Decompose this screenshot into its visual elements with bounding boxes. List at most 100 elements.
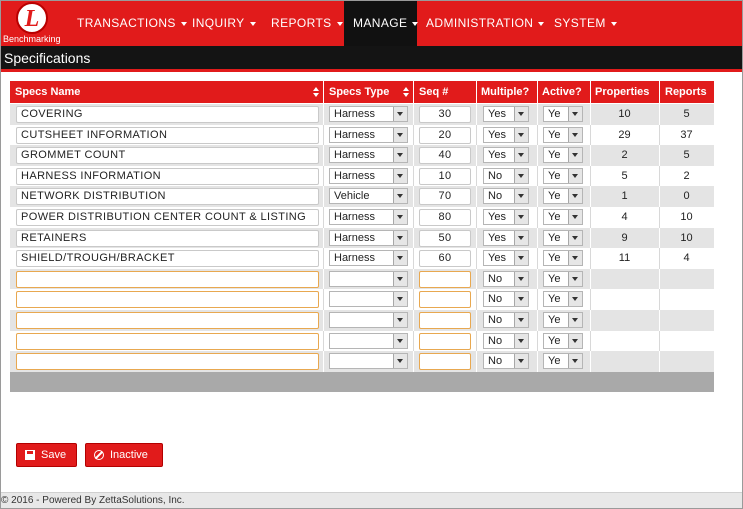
seq-input[interactable]: 30 <box>419 106 471 123</box>
column-divider <box>476 268 477 290</box>
active-select[interactable]: Ye <box>543 353 583 370</box>
chevron-down-icon <box>514 333 528 348</box>
specs-type-select[interactable]: Harness <box>329 229 408 246</box>
active-select[interactable]: Ye <box>543 209 583 225</box>
specs-type-select[interactable]: Vehicle <box>329 188 408 205</box>
specs-name-input[interactable]: COVERING <box>16 106 319 123</box>
active-select[interactable]: Ye <box>543 188 583 205</box>
specs-type-select[interactable]: Harness <box>329 147 408 164</box>
specs-name-input[interactable] <box>16 332 319 350</box>
seq-input[interactable] <box>419 270 471 288</box>
multiple-select[interactable]: Yes <box>483 126 529 143</box>
seq-input[interactable] <box>419 291 471 309</box>
seq-input[interactable]: 60 <box>419 250 471 268</box>
active-select[interactable]: Ye <box>543 167 583 184</box>
header-properties[interactable]: Properties <box>590 81 659 103</box>
brand-logo[interactable]: L Benchmarking <box>1 1 65 46</box>
specs-type-select[interactable] <box>329 353 408 370</box>
header-multiple[interactable]: Multiple? <box>476 81 537 103</box>
chevron-down-icon <box>514 127 528 142</box>
specs-type-select[interactable] <box>329 312 408 328</box>
specs-name-input[interactable] <box>16 353 319 371</box>
seq-input[interactable] <box>419 332 471 350</box>
column-divider <box>413 207 414 228</box>
seq-input[interactable]: 40 <box>419 147 471 165</box>
nav-reports[interactable]: REPORTS <box>261 1 344 46</box>
specs-name-input[interactable]: POWER DISTRIBUTION CENTER COUNT & LISTIN… <box>16 209 319 226</box>
specs-type-select[interactable]: Harness <box>329 106 408 122</box>
column-divider <box>413 145 414 166</box>
specs-name-input[interactable]: CUTSHEET INFORMATION <box>16 126 319 144</box>
specs-name-input[interactable]: NETWORK DISTRIBUTION <box>16 188 319 206</box>
active-value: Ye <box>548 108 561 120</box>
column-divider <box>590 310 591 331</box>
specs-name-input[interactable] <box>16 270 319 288</box>
active-select[interactable]: Ye <box>543 106 583 122</box>
active-select[interactable]: Ye <box>543 250 583 267</box>
multiple-select[interactable]: No <box>483 167 529 184</box>
specs-name-input[interactable]: HARNESS INFORMATION <box>16 167 319 185</box>
seq-input[interactable]: 10 <box>419 167 471 185</box>
nav-inquiry[interactable]: INQUIRY <box>183 1 259 46</box>
table-row: No Ye <box>10 330 714 352</box>
seq-input[interactable]: 50 <box>419 229 471 247</box>
active-select[interactable]: Ye <box>543 291 583 308</box>
multiple-select[interactable]: No <box>483 188 529 205</box>
header-reports[interactable]: Reports <box>659 81 714 103</box>
chevron-down-icon <box>610 21 617 26</box>
active-select[interactable]: Ye <box>543 126 583 143</box>
active-select[interactable]: Ye <box>543 229 583 246</box>
column-divider <box>476 124 477 146</box>
specs-type-select[interactable] <box>329 270 408 287</box>
header-seq[interactable]: Seq # <box>413 81 476 103</box>
specs-type-select[interactable]: Harness <box>329 167 408 184</box>
multiple-select[interactable]: Yes <box>483 209 529 225</box>
multiple-select[interactable]: Yes <box>483 250 529 267</box>
multiple-select[interactable]: No <box>483 353 529 370</box>
header-specs-type-label: Specs Type <box>329 86 390 98</box>
nav-transactions[interactable]: TRANSACTIONS <box>68 1 187 46</box>
multiple-select[interactable]: No <box>483 270 529 287</box>
specs-type-select[interactable] <box>329 332 408 349</box>
specs-name-input[interactable]: RETAINERS <box>16 229 319 247</box>
multiple-select[interactable]: Yes <box>483 229 529 246</box>
active-select[interactable]: Ye <box>543 312 583 328</box>
column-divider <box>659 289 660 310</box>
active-select[interactable]: Ye <box>543 147 583 164</box>
specs-name-input[interactable] <box>16 312 319 329</box>
chevron-down-icon <box>514 148 528 163</box>
specs-type-select[interactable]: Harness <box>329 209 408 225</box>
save-button[interactable]: Save <box>16 443 77 467</box>
chevron-down-icon <box>568 354 582 369</box>
column-divider <box>659 268 660 290</box>
multiple-select[interactable]: Yes <box>483 106 529 122</box>
seq-input[interactable] <box>419 353 471 371</box>
multiple-select[interactable]: Yes <box>483 147 529 164</box>
nav-system[interactable]: SYSTEM <box>545 1 620 46</box>
header-specs-name[interactable]: Specs Name <box>10 81 323 103</box>
chevron-down-icon <box>568 313 582 327</box>
active-select[interactable]: Ye <box>543 270 583 287</box>
inactive-button[interactable]: Inactive <box>85 443 163 467</box>
multiple-select[interactable]: No <box>483 291 529 308</box>
specs-type-select[interactable]: Harness <box>329 126 408 143</box>
header-specs-type[interactable]: Specs Type <box>323 81 413 103</box>
seq-input[interactable]: 20 <box>419 126 471 144</box>
specs-name-input[interactable]: GROMMET COUNT <box>16 147 319 165</box>
header-active[interactable]: Active? <box>537 81 590 103</box>
column-divider <box>537 104 538 125</box>
multiple-select[interactable]: No <box>483 312 529 328</box>
nav-administration[interactable]: ADMINISTRATION <box>417 1 545 46</box>
specs-name-input[interactable] <box>16 291 319 309</box>
multiple-value: Yes <box>488 128 506 141</box>
nav-manage[interactable]: MANAGE <box>344 1 419 46</box>
specs-type-select[interactable] <box>329 291 408 308</box>
seq-input[interactable]: 70 <box>419 188 471 206</box>
specs-type-select[interactable]: Harness <box>329 250 408 267</box>
table-row: POWER DISTRIBUTION CENTER COUNT & LISTIN… <box>10 207 714 228</box>
active-select[interactable]: Ye <box>543 332 583 349</box>
multiple-select[interactable]: No <box>483 332 529 349</box>
seq-input[interactable] <box>419 312 471 329</box>
seq-input[interactable]: 80 <box>419 209 471 226</box>
specs-name-input[interactable]: SHIELD/TROUGH/BRACKET <box>16 250 319 268</box>
